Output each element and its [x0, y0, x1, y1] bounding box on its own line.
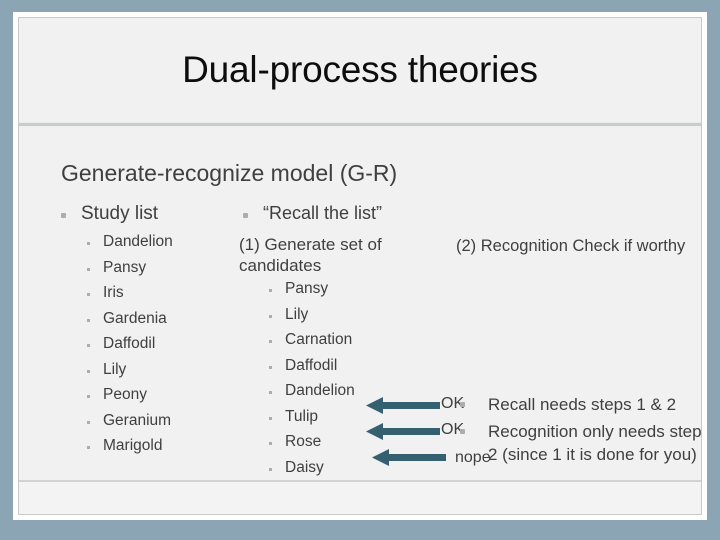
- list-item: Carnation: [265, 331, 445, 357]
- study-list-column: Study list Dandelion Pansy Iris Gardenia: [49, 203, 239, 463]
- slide-body: Generate-recognize model (G-R) Study lis…: [19, 128, 701, 480]
- study-item-label: Iris: [103, 284, 124, 301]
- conclusions-list: Recall needs steps 1 & 2 Recognition onl…: [444, 393, 702, 470]
- candidate-item-label: Pansy: [285, 280, 329, 297]
- list-item: Lily: [49, 361, 239, 387]
- list-item: Marigold: [49, 437, 239, 463]
- bullet-dot-icon: [269, 442, 272, 445]
- bullet-dot-icon: [269, 365, 272, 369]
- bullet-dot-icon: [87, 293, 90, 296]
- candidate-item-label: Dandelion: [285, 382, 355, 399]
- study-item-label: Lily: [103, 360, 127, 378]
- study-item-label: Marigold: [103, 437, 163, 454]
- recall-column: “Recall the list” (1) Generate set of ca…: [231, 203, 441, 476]
- conclusion-label: Recall needs steps 1 & 2: [488, 395, 677, 414]
- candidate-item-label: Rose: [285, 433, 322, 450]
- study-item-label: Geranium: [103, 411, 172, 429]
- study-list-heading: Study list: [81, 203, 159, 224]
- list-item: Dandelion: [49, 233, 239, 259]
- bullet-dot-icon: [269, 314, 272, 318]
- slide-frame: Dual-process theories Generate-recognize…: [13, 12, 707, 520]
- study-item-label: Gardenia: [103, 309, 167, 327]
- arrow-left-icon: [366, 397, 440, 414]
- conclusion-label: Recognition only needs step 2 (since 1 i…: [488, 422, 702, 464]
- recall-heading-row: “Recall the list”: [231, 203, 441, 232]
- bullet-square-icon: [460, 429, 465, 434]
- candidate-item-label: Daffodil: [285, 356, 338, 374]
- list-item: Recall needs steps 1 & 2: [444, 393, 701, 416]
- list-item: Lily: [265, 306, 445, 332]
- list-item: Gardenia: [49, 310, 239, 336]
- candidate-item-label: Daisy: [285, 458, 324, 476]
- page-title: Dual-process theories: [182, 49, 538, 90]
- bullet-dot-icon: [87, 242, 90, 245]
- study-list-heading-row: Study list: [49, 203, 239, 233]
- bullet-square-icon: [460, 402, 465, 407]
- bullet-dot-icon: [269, 467, 272, 471]
- list-item: Geranium: [49, 412, 239, 438]
- candidate-item-label: Lily: [285, 305, 309, 323]
- study-item-label: Pansy: [103, 258, 147, 276]
- bullet-dot-icon: [87, 446, 90, 449]
- bullet-dot-icon: [269, 416, 272, 420]
- bullet-dot-icon: [269, 391, 272, 394]
- bullet-dot-icon: [269, 289, 272, 292]
- bullet-dot-icon: [87, 318, 90, 322]
- slide-title-block: Dual-process theories: [19, 18, 701, 122]
- slide-surface: Dual-process theories Generate-recognize…: [18, 17, 702, 515]
- section-subtitle: Generate-recognize model (G-R): [61, 160, 398, 186]
- list-item: Pansy: [265, 280, 445, 306]
- candidate-item-label: Carnation: [285, 331, 353, 348]
- list-item: Pansy: [49, 259, 239, 285]
- list-item: Daffodil: [265, 357, 445, 383]
- list-item: Daffodil: [49, 335, 239, 361]
- list-item: Peony: [49, 386, 239, 412]
- generate-step-label: (1) Generate set of candidates: [239, 235, 382, 275]
- bullet-dot-icon: [269, 340, 272, 343]
- bullet-square-icon: [243, 213, 248, 218]
- bullet-dot-icon: [87, 420, 90, 424]
- bullet-dot-icon: [87, 344, 90, 347]
- bullet-dot-icon: [87, 369, 90, 373]
- study-item-label: Dandelion: [103, 233, 173, 250]
- study-item-label: Peony: [103, 386, 147, 403]
- footer-strip: [19, 482, 701, 514]
- bullet-square-icon: [61, 213, 66, 218]
- arrow-left-icon: [372, 449, 446, 466]
- recall-heading: “Recall the list”: [263, 203, 383, 223]
- bullet-dot-icon: [87, 267, 90, 271]
- bullet-dot-icon: [87, 395, 90, 398]
- list-item: Iris: [49, 284, 239, 310]
- list-item: Recognition only needs step 2 (since 1 i…: [444, 420, 702, 466]
- candidate-item-label: Tulip: [285, 407, 319, 425]
- study-item-label: Daffodil: [103, 335, 156, 352]
- arrow-left-icon: [366, 423, 440, 440]
- recognition-step-label: (2) Recognition Check if worthy: [456, 237, 686, 255]
